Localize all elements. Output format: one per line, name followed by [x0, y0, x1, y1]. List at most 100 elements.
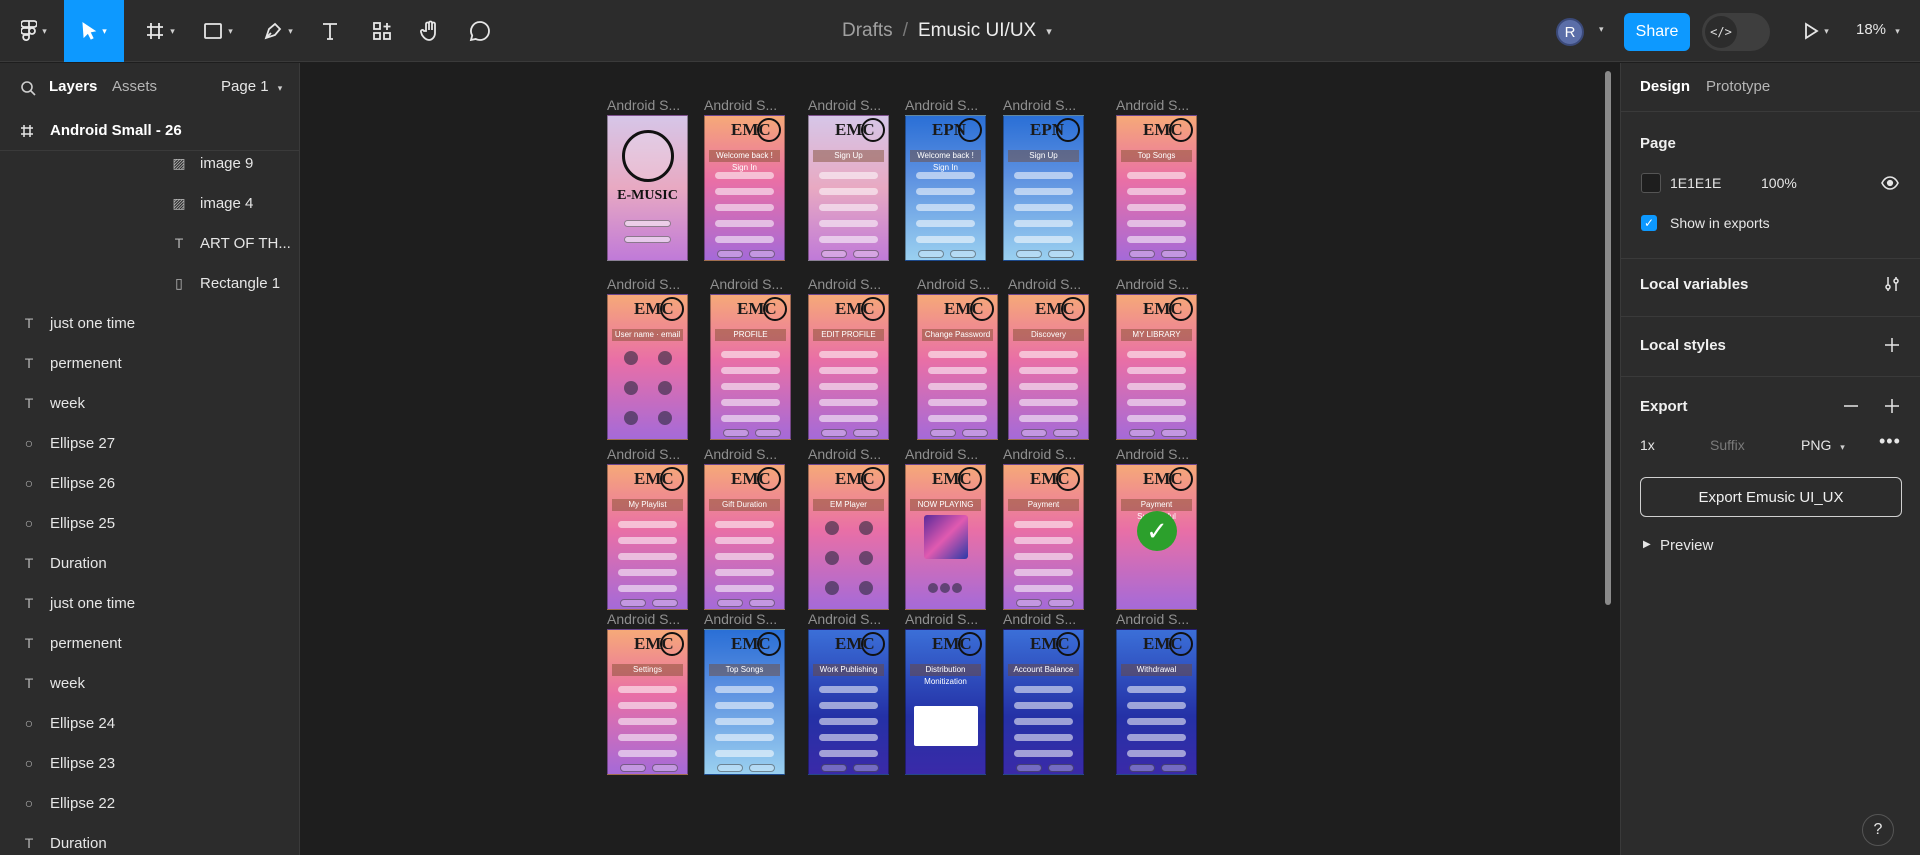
frame-thumbnail[interactable]: EMC PROFILE [710, 294, 791, 440]
frame-thumbnail[interactable]: EMC Payment [1003, 464, 1084, 610]
file-name[interactable]: Emusic UI/UX [918, 20, 1036, 42]
layer-row[interactable]: ○ Ellipse 24 [20, 703, 115, 743]
main-menu-button[interactable]: ▾ [14, 8, 54, 54]
frame-label[interactable]: Android S... [607, 97, 680, 113]
frame-thumbnail[interactable]: EMC Distribution Monitization [905, 629, 986, 775]
zoom-control[interactable]: 18% ▾ [1856, 21, 1900, 38]
frame-thumbnail[interactable]: EMC Account Balance [1003, 629, 1084, 775]
plus-icon[interactable] [1884, 398, 1900, 414]
frame-thumbnail[interactable]: EMC Change Password [917, 294, 998, 440]
frame-label[interactable]: Android S... [1008, 276, 1081, 292]
frame-thumbnail[interactable]: EMC Withdrawal [1116, 629, 1197, 775]
frame-label[interactable]: Android S... [1116, 97, 1189, 113]
layer-row[interactable]: Tpermenent [20, 343, 122, 383]
frame-thumbnail[interactable]: EMC Top Songs [1116, 115, 1197, 261]
shape-tool-button[interactable]: ▾ [198, 8, 238, 54]
export-suffix-field[interactable]: Suffix [1710, 437, 1745, 453]
frame-thumbnail[interactable]: EMC Welcome back ! Sign In [704, 115, 785, 261]
frame-thumbnail[interactable]: EMC Work Publishing [808, 629, 889, 775]
preview-toggle[interactable]: Preview [1660, 537, 1713, 554]
frame-thumbnail[interactable]: EMC Top Songs [704, 629, 785, 775]
pen-tool-button[interactable]: ▾ [258, 8, 298, 54]
frame-label[interactable]: Android S... [808, 446, 881, 462]
comment-tool-button[interactable] [466, 8, 494, 54]
local-variables-title[interactable]: Local variables [1640, 276, 1748, 293]
frame-label[interactable]: Android S... [710, 276, 783, 292]
frame-thumbnail[interactable]: EMC Settings [607, 629, 688, 775]
layer-row[interactable]: T Duration [20, 823, 107, 855]
page-selector[interactable]: Page 1 ▾ [221, 78, 282, 95]
frame-tool-button[interactable]: ▾ [140, 8, 180, 54]
frame-label[interactable]: Android S... [1116, 611, 1189, 627]
layer-row[interactable]: ○ Ellipse 26 [20, 463, 115, 503]
frame-thumbnail[interactable]: EMC MY LIBRARY [1116, 294, 1197, 440]
frame-label[interactable]: Android S... [917, 276, 990, 292]
frame-label[interactable]: Android S... [607, 446, 680, 462]
layer-row[interactable]: Tjust one time [20, 583, 135, 623]
share-button[interactable]: Share [1624, 13, 1690, 51]
page-color-value[interactable]: 1E1E1E [1670, 175, 1721, 191]
frame-label[interactable]: Android S... [1003, 611, 1076, 627]
frame-label[interactable]: Android S... [905, 611, 978, 627]
layer-row[interactable]: ○ Ellipse 23 [20, 743, 115, 783]
present-button[interactable]: ▾ [1796, 8, 1836, 54]
dev-mode-toggle[interactable]: </> [1702, 13, 1770, 51]
frame-label[interactable]: Android S... [1116, 446, 1189, 462]
layer-row[interactable]: ○ Ellipse 25 [20, 503, 115, 543]
export-scale[interactable]: 1x [1640, 437, 1655, 453]
frame-thumbnail[interactable]: EMC User name · email [607, 294, 688, 440]
frame-thumbnail[interactable]: EMC My Playlist [607, 464, 688, 610]
layer-row[interactable]: Tjust one time [20, 303, 135, 343]
frame-label[interactable]: Android S... [704, 611, 777, 627]
frame-label[interactable]: Android S... [808, 611, 881, 627]
page-color-swatch[interactable] [1641, 173, 1661, 193]
canvas[interactable]: Android S... E-MUSIC Android S... EMC Welcom… [301, 63, 1619, 855]
chevron-right-icon[interactable]: ▶ [1643, 539, 1651, 550]
frame-label[interactable]: Android S... [808, 276, 881, 292]
chevron-down-icon[interactable]: ▾ [1599, 24, 1604, 35]
tab-design[interactable]: Design [1640, 78, 1690, 95]
export-button[interactable]: Export Emusic UI_UX [1640, 477, 1902, 517]
frame-label[interactable]: Android S... [1116, 276, 1189, 292]
layer-row[interactable]: Tpermenent [20, 623, 122, 663]
frame-thumbnail[interactable]: EPN Welcome back ! Sign In [905, 115, 986, 261]
help-button[interactable]: ? [1862, 814, 1894, 846]
frame-thumbnail[interactable]: EMC Sign Up [808, 115, 889, 261]
layer-row[interactable]: ▯ Rectangle 1 [170, 263, 280, 303]
page-opacity-value[interactable]: 100% [1761, 175, 1797, 191]
variables-settings-icon[interactable] [1883, 275, 1901, 293]
tab-layers[interactable]: Layers [49, 78, 97, 95]
tab-prototype[interactable]: Prototype [1706, 78, 1770, 95]
layer-row[interactable]: ○ Ellipse 27 [20, 423, 115, 463]
minus-icon[interactable] [1843, 398, 1859, 414]
plus-icon[interactable] [1884, 337, 1900, 353]
frame-thumbnail[interactable]: EMC NOW PLAYING [905, 464, 986, 610]
frame-label[interactable]: Android S... [1003, 97, 1076, 113]
search-icon[interactable] [20, 80, 36, 96]
frame-thumbnail[interactable]: EMC EDIT PROFILE [808, 294, 889, 440]
layer-row[interactable]: Tweek [20, 663, 85, 703]
frame-thumbnail[interactable]: EMC Gift Duration [704, 464, 785, 610]
more-options-icon[interactable]: ••• [1879, 431, 1901, 452]
chevron-down-icon[interactable]: ▾ [1046, 25, 1052, 38]
frame-thumbnail[interactable]: EPN Sign Up [1003, 115, 1084, 261]
frame-label[interactable]: Android S... [905, 446, 978, 462]
move-tool-button[interactable]: ▾ [64, 0, 124, 62]
avatar[interactable]: R [1556, 18, 1584, 46]
layer-row[interactable]: ▨ image 4 [170, 183, 253, 223]
eye-icon[interactable] [1881, 176, 1899, 190]
frame-thumbnail[interactable]: E-MUSIC [607, 115, 688, 261]
canvas-scrollbar[interactable] [1605, 71, 1611, 605]
layer-row[interactable]: ▨ image 9 [170, 143, 253, 183]
frame-label[interactable]: Android S... [704, 446, 777, 462]
layer-row[interactable]: T ART OF TH... [170, 223, 291, 263]
show-in-exports-checkbox[interactable]: ✓ [1641, 215, 1657, 231]
export-format-select[interactable]: PNG ▾ [1801, 437, 1845, 453]
selected-frame-row[interactable]: Android Small - 26 [0, 111, 299, 151]
frame-label[interactable]: Android S... [905, 97, 978, 113]
text-tool-button[interactable] [316, 8, 344, 54]
frame-label[interactable]: Android S... [808, 97, 881, 113]
layer-row[interactable]: T Duration [20, 543, 107, 583]
frame-label[interactable]: Android S... [607, 276, 680, 292]
frame-label[interactable]: Android S... [607, 611, 680, 627]
